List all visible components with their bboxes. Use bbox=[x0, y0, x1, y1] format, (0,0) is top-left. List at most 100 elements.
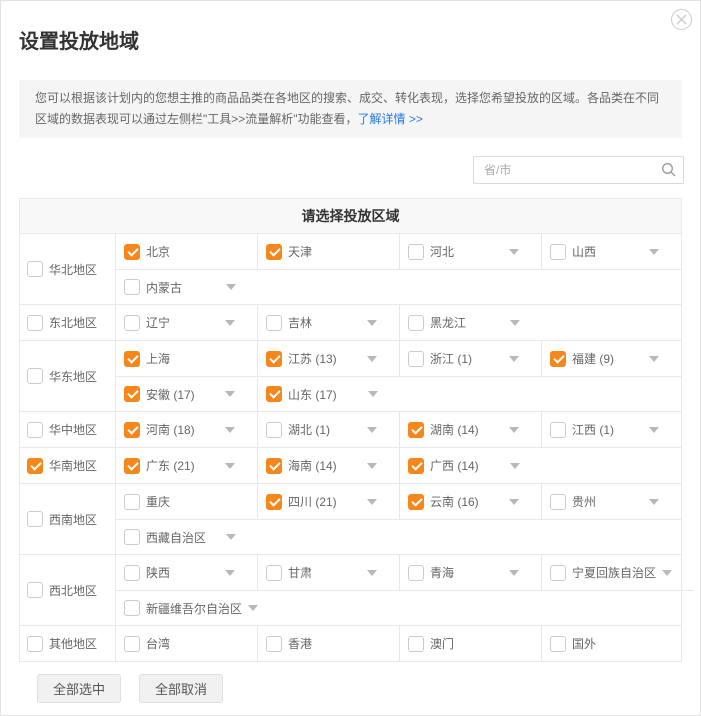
dropdown-arrow-icon[interactable] bbox=[225, 463, 235, 469]
dropdown-arrow-icon[interactable] bbox=[367, 320, 377, 326]
province-cell[interactable]: 江苏 (13) bbox=[258, 341, 400, 376]
province-checkbox[interactable] bbox=[550, 636, 566, 652]
province-cell[interactable]: 湖南 (14) bbox=[400, 412, 542, 447]
province-checkbox[interactable] bbox=[408, 636, 424, 652]
province-cell[interactable]: 河北 bbox=[400, 234, 542, 269]
region-checkbox[interactable] bbox=[27, 582, 43, 598]
province-cell[interactable]: 四川 (21) bbox=[258, 484, 400, 519]
province-checkbox[interactable] bbox=[550, 351, 566, 367]
province-checkbox[interactable] bbox=[124, 529, 140, 545]
dropdown-arrow-icon[interactable] bbox=[367, 356, 377, 362]
province-cell[interactable]: 山东 (17) bbox=[258, 377, 400, 411]
search-icon[interactable] bbox=[661, 162, 677, 183]
dropdown-arrow-icon[interactable] bbox=[367, 427, 377, 433]
province-cell[interactable]: 广西 (14) bbox=[400, 448, 542, 483]
details-link[interactable]: 了解详情 >> bbox=[358, 112, 423, 126]
dropdown-arrow-icon[interactable] bbox=[649, 249, 659, 255]
dropdown-arrow-icon[interactable] bbox=[649, 427, 659, 433]
province-cell[interactable]: 西藏自治区 bbox=[116, 520, 258, 554]
province-checkbox[interactable] bbox=[124, 315, 140, 331]
province-checkbox[interactable] bbox=[408, 244, 424, 260]
province-cell[interactable]: 山西 bbox=[542, 234, 681, 269]
province-cell[interactable]: 云南 (16) bbox=[400, 484, 542, 519]
province-checkbox[interactable] bbox=[550, 565, 566, 581]
province-checkbox[interactable] bbox=[124, 636, 140, 652]
region-checkbox[interactable] bbox=[27, 261, 43, 277]
region-cell[interactable]: 华东地区 bbox=[20, 341, 116, 411]
province-checkbox[interactable] bbox=[124, 565, 140, 581]
province-checkbox[interactable] bbox=[266, 422, 282, 438]
dropdown-arrow-icon[interactable] bbox=[509, 249, 519, 255]
province-cell[interactable]: 青海 bbox=[400, 555, 542, 590]
province-cell[interactable]: 吉林 bbox=[258, 305, 400, 340]
province-checkbox[interactable] bbox=[124, 494, 140, 510]
province-checkbox[interactable] bbox=[266, 315, 282, 331]
province-cell[interactable]: 海南 (14) bbox=[258, 448, 400, 483]
region-checkbox[interactable] bbox=[27, 368, 43, 384]
dropdown-arrow-icon[interactable] bbox=[248, 605, 258, 611]
province-checkbox[interactable] bbox=[550, 494, 566, 510]
region-checkbox[interactable] bbox=[27, 315, 43, 331]
province-checkbox[interactable] bbox=[408, 422, 424, 438]
dropdown-arrow-icon[interactable] bbox=[510, 463, 520, 469]
province-cell[interactable]: 江西 (1) bbox=[542, 412, 681, 447]
region-cell[interactable]: 其他地区 bbox=[20, 626, 116, 661]
dropdown-arrow-icon[interactable] bbox=[367, 570, 377, 576]
dropdown-arrow-icon[interactable] bbox=[225, 320, 235, 326]
province-cell[interactable]: 广东 (21) bbox=[116, 448, 258, 483]
province-checkbox[interactable] bbox=[124, 458, 140, 474]
dropdown-arrow-icon[interactable] bbox=[509, 427, 519, 433]
province-cell[interactable]: 浙江 (1) bbox=[400, 341, 542, 376]
region-checkbox[interactable] bbox=[27, 511, 43, 527]
close-icon[interactable] bbox=[671, 9, 692, 30]
province-checkbox[interactable] bbox=[550, 422, 566, 438]
region-cell[interactable]: 西北地区 bbox=[20, 555, 116, 625]
dropdown-arrow-icon[interactable] bbox=[367, 499, 377, 505]
province-cell[interactable]: 安徽 (17) bbox=[116, 377, 258, 411]
province-checkbox[interactable] bbox=[266, 636, 282, 652]
region-cell[interactable]: 西南地区 bbox=[20, 484, 116, 554]
select-all-button[interactable]: 全部选中 bbox=[37, 674, 121, 703]
dropdown-arrow-icon[interactable] bbox=[509, 356, 519, 362]
region-checkbox[interactable] bbox=[27, 422, 43, 438]
province-cell[interactable]: 贵州 bbox=[542, 484, 681, 519]
province-checkbox[interactable] bbox=[408, 351, 424, 367]
province-cell[interactable]: 辽宁 bbox=[116, 305, 258, 340]
dropdown-arrow-icon[interactable] bbox=[662, 570, 672, 576]
province-cell[interactable]: 河南 (18) bbox=[116, 412, 258, 447]
cancel-all-button[interactable]: 全部取消 bbox=[139, 674, 223, 703]
dropdown-arrow-icon[interactable] bbox=[367, 463, 377, 469]
dropdown-arrow-icon[interactable] bbox=[225, 427, 235, 433]
region-cell[interactable]: 华中地区 bbox=[20, 412, 116, 447]
dropdown-arrow-icon[interactable] bbox=[510, 320, 520, 326]
province-checkbox[interactable] bbox=[124, 422, 140, 438]
province-checkbox[interactable] bbox=[550, 244, 566, 260]
province-checkbox[interactable] bbox=[408, 315, 424, 331]
province-checkbox[interactable] bbox=[266, 565, 282, 581]
province-checkbox[interactable] bbox=[266, 386, 282, 402]
dropdown-arrow-icon[interactable] bbox=[226, 534, 236, 540]
region-cell[interactable]: 华北地区 bbox=[20, 234, 116, 304]
region-checkbox[interactable] bbox=[27, 636, 43, 652]
province-cell[interactable]: 澳门 bbox=[400, 626, 542, 661]
province-checkbox[interactable] bbox=[408, 458, 424, 474]
dropdown-arrow-icon[interactable] bbox=[509, 499, 519, 505]
province-checkbox[interactable] bbox=[124, 279, 140, 295]
province-checkbox[interactable] bbox=[266, 351, 282, 367]
province-cell[interactable]: 北京 bbox=[116, 234, 258, 269]
dropdown-arrow-icon[interactable] bbox=[225, 391, 235, 397]
province-cell[interactable]: 天津 bbox=[258, 234, 400, 269]
dropdown-arrow-icon[interactable] bbox=[225, 570, 235, 576]
province-checkbox[interactable] bbox=[124, 600, 140, 616]
dropdown-arrow-icon[interactable] bbox=[368, 391, 378, 397]
province-cell[interactable]: 福建 (9) bbox=[542, 341, 681, 376]
province-checkbox[interactable] bbox=[266, 244, 282, 260]
province-cell[interactable]: 内蒙古 bbox=[116, 270, 258, 304]
province-cell[interactable]: 陕西 bbox=[116, 555, 258, 590]
province-cell[interactable]: 宁夏回族自治区 bbox=[542, 555, 694, 590]
province-checkbox[interactable] bbox=[124, 386, 140, 402]
province-cell[interactable]: 国外 bbox=[542, 626, 681, 661]
province-checkbox[interactable] bbox=[124, 351, 140, 367]
province-checkbox[interactable] bbox=[408, 494, 424, 510]
region-cell[interactable]: 东北地区 bbox=[20, 305, 116, 340]
